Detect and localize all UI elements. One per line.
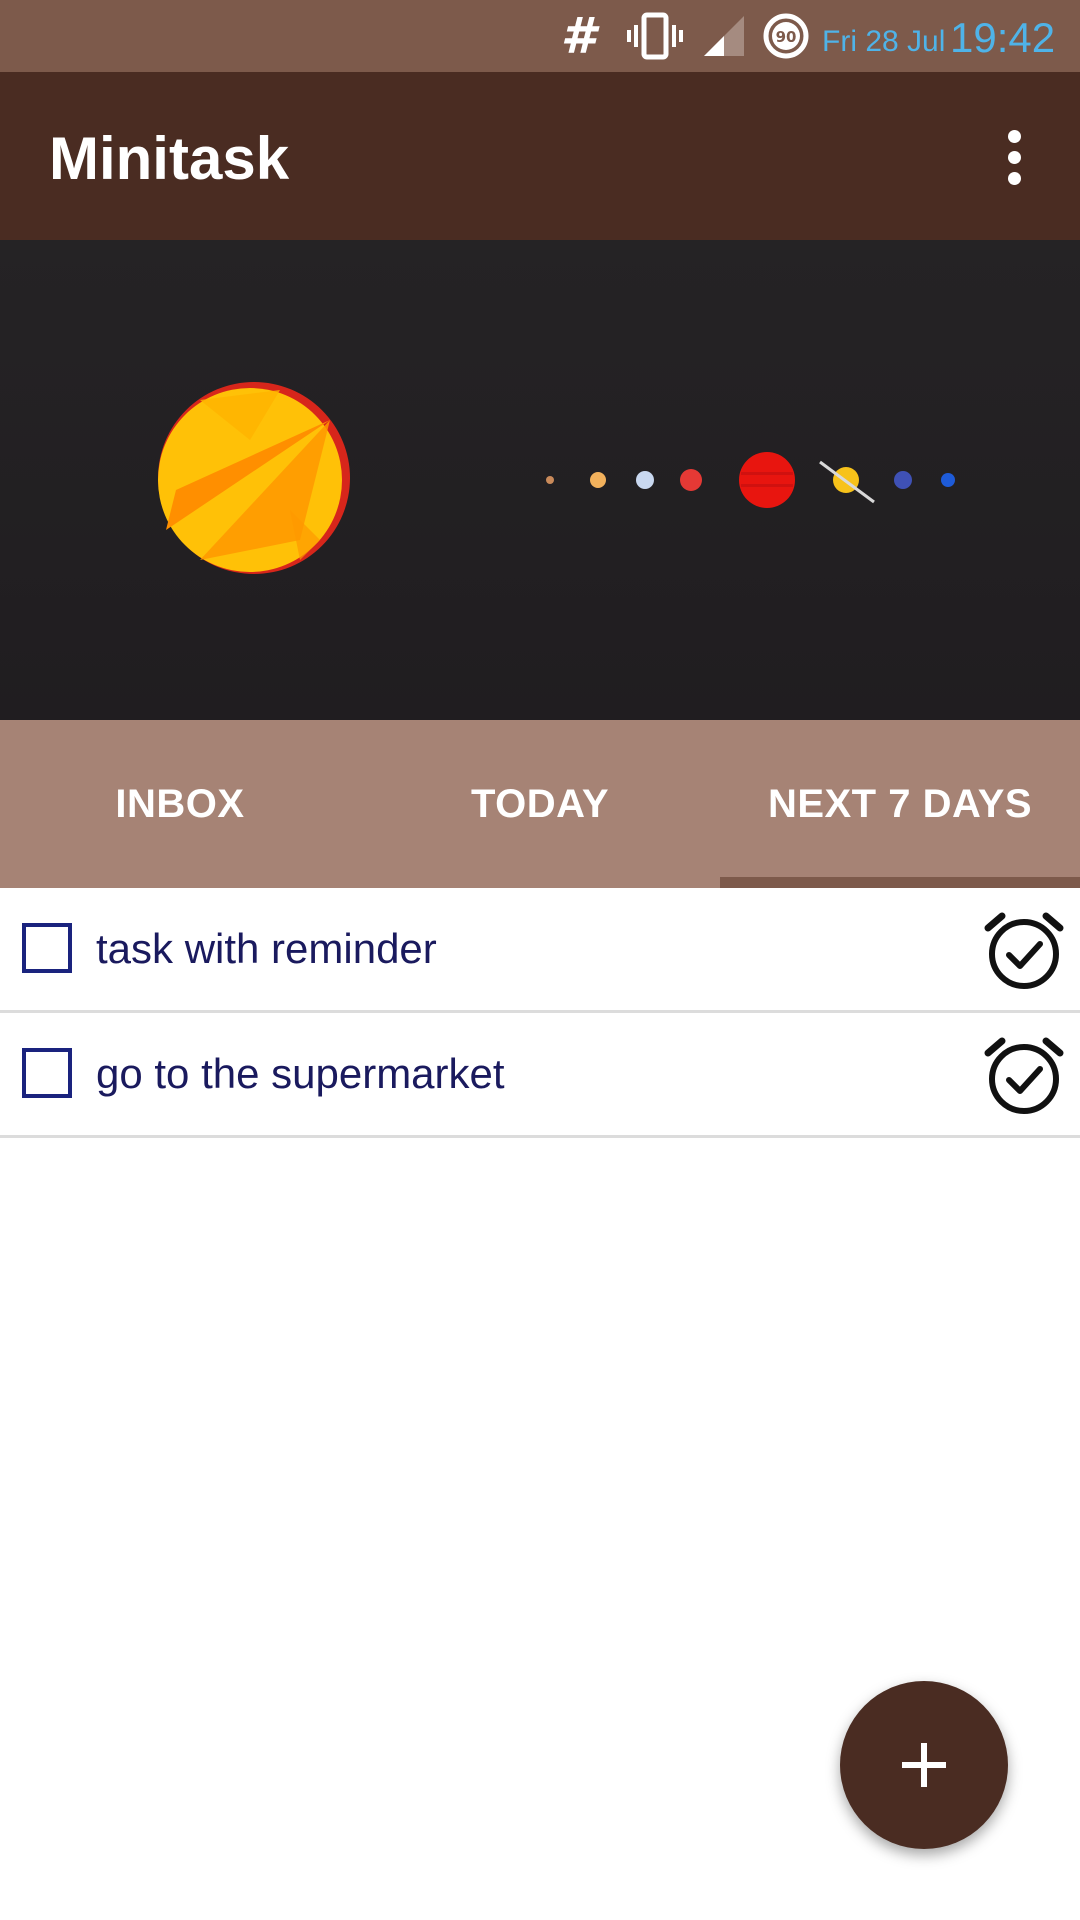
alarm-check-icon[interactable] <box>982 1033 1066 1117</box>
task-title: task with reminder <box>96 925 437 972</box>
list-item[interactable]: go to the supermarket <box>0 1013 1080 1138</box>
sun-shape <box>158 382 350 574</box>
task-checkbox[interactable] <box>22 923 72 973</box>
alarm-check-icon[interactable] <box>982 908 1066 992</box>
add-task-button[interactable] <box>840 1681 1008 1849</box>
header-image <box>0 240 1080 720</box>
more-vert-icon[interactable] <box>988 122 1040 192</box>
app-title: Minitask <box>49 125 290 192</box>
tab-bar: INBOX TODAY NEXT 7 DAYS <box>0 720 1080 888</box>
solar-system-illustration <box>0 240 1080 720</box>
status-date: Fri 28 Jul <box>822 25 946 58</box>
battery-icon: 90 <box>762 10 810 62</box>
svg-text:90: 90 <box>776 28 797 46</box>
status-bar: # 90 Fri 28 Jul 19:42 <box>0 0 1080 72</box>
signal-icon <box>702 10 746 62</box>
status-time: 19:42 <box>950 14 1056 61</box>
tab-next-7-days[interactable]: NEXT 7 DAYS <box>720 720 1080 888</box>
app-bar: Minitask <box>0 72 1080 240</box>
hash-icon: # <box>560 7 596 65</box>
tab-indicator <box>720 877 1080 888</box>
list-item[interactable]: task with reminder <box>0 888 1080 1013</box>
tab-inbox[interactable]: INBOX <box>0 720 360 888</box>
task-list: task with reminder go to the supermarket <box>0 888 1080 1138</box>
vibrate-icon <box>626 10 684 62</box>
task-checkbox[interactable] <box>22 1048 72 1098</box>
plus-icon <box>902 1743 946 1787</box>
tab-today[interactable]: TODAY <box>360 720 720 888</box>
task-title: go to the supermarket <box>96 1050 505 1097</box>
